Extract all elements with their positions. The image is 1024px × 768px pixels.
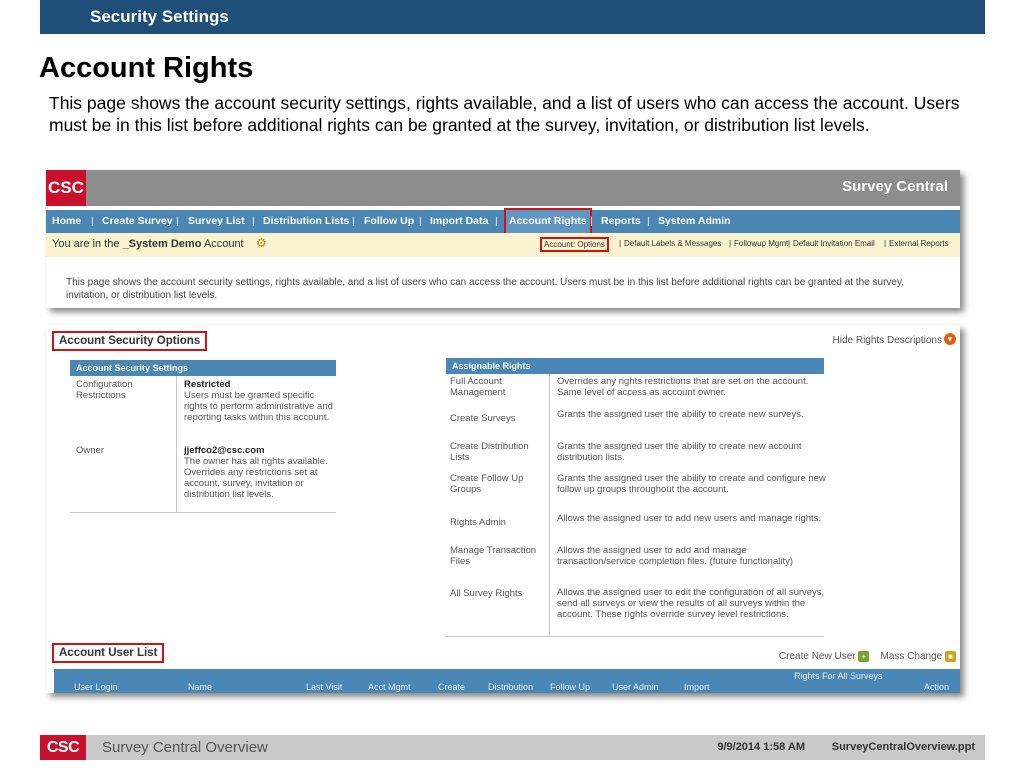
col-last-visit[interactable]: Last Visit (306, 682, 342, 692)
settings-bottom-rule (70, 512, 336, 513)
right-name: Create Surveys (450, 413, 516, 424)
col-follow-up: Follow Up (550, 682, 591, 692)
page-title: Account Rights (39, 52, 254, 84)
breadcrumb-bar: You are in the _System Demo Account ⚙ Ac… (46, 233, 960, 257)
footer-date: 9/9/2014 1:58 AM (717, 741, 805, 753)
rights-group-label: Rights For All Surveys (794, 671, 883, 681)
subnav-account-options[interactable]: Account: Options (540, 237, 609, 252)
slide-header: Security Settings (40, 0, 985, 34)
slide-description: This page shows the account security set… (49, 93, 960, 135)
main-nav: Home | Create Survey | Survey List | Dis… (46, 208, 960, 235)
subnav-default-invitation-email[interactable]: Default Invitation Email (793, 239, 875, 248)
nav-follow-up[interactable]: Follow Up (364, 210, 414, 233)
csc-logo: CSC (46, 170, 86, 206)
col-distribution: Distribution (488, 682, 534, 692)
nav-system-admin[interactable]: System Admin (658, 210, 731, 233)
setting-detail: Users must be granted specific rights to… (184, 390, 333, 423)
right-description: Grants the assigned user the ability to … (557, 441, 802, 463)
rights-divider (549, 374, 550, 635)
subnav-separator: | (788, 239, 791, 248)
nav-separator: | (590, 215, 593, 227)
app-screenshot-rights: Account Security Options Hide Rights Des… (46, 325, 960, 693)
user-list-actions: Create New User + Mass Change ■ (779, 651, 956, 662)
breadcrumb: You are in the _System Demo Account (52, 238, 244, 250)
mass-change-link[interactable]: Mass Change (881, 651, 943, 662)
nav-separator: | (91, 215, 94, 227)
rights-table-header: Assignable Rights (446, 358, 824, 374)
app-page-description: This page shows the account security set… (66, 277, 905, 301)
col-create: Create (438, 682, 466, 692)
subnav-separator: | (884, 239, 887, 248)
app-topbar: CSC Survey Central (46, 170, 960, 206)
setting-label: Owner (76, 445, 104, 456)
footer-title: Survey Central Overview (102, 739, 268, 756)
nav-distribution-lists[interactable]: Distribution Lists (263, 210, 349, 233)
nav-separator: | (176, 215, 179, 227)
col-user-login[interactable]: User Login (74, 682, 118, 692)
hide-rights-icon[interactable]: ▾ (944, 333, 956, 345)
app-title: Survey Central (842, 178, 948, 195)
right-description: Overrides any rights restrictions that a… (557, 376, 809, 398)
subnav-default-labels[interactable]: Default Labels & Messages (624, 239, 721, 248)
subnav-separator: | (729, 239, 732, 248)
nav-separator: | (252, 215, 255, 227)
col-user-admin: User Admin (612, 682, 659, 692)
col-action: Action (924, 682, 950, 692)
breadcrumb-suffix: Account (201, 238, 244, 250)
col-name[interactable]: Name (188, 682, 212, 692)
subnav-followup-mgmt[interactable]: Followup Mgmt (734, 239, 788, 248)
right-description: Grants the assigned user the ability to … (557, 409, 804, 420)
footer-filename: SurveyCentralOverview.ppt (831, 741, 975, 753)
setting-value: Restricted (184, 379, 231, 390)
mass-change-icon[interactable]: ■ (945, 651, 956, 662)
app-screenshot-header: CSC Survey Central Home | Create Survey … (46, 170, 960, 308)
nav-reports[interactable]: Reports (601, 210, 641, 233)
right-description: Allows the assigned user to add new user… (557, 513, 822, 524)
user-table-header: Rights For All Surveys User Login Name L… (54, 669, 960, 693)
breadcrumb-account: _System Demo (122, 238, 202, 250)
right-name: Rights Admin (450, 517, 506, 528)
right-description: Allows the assigned user to edit the con… (557, 587, 825, 620)
create-new-user-link[interactable]: Create New User (779, 651, 856, 662)
right-description: Allows the assigned user to add and mana… (557, 545, 794, 567)
right-name: Create Follow Up Groups (450, 473, 524, 495)
nav-home[interactable]: Home (52, 210, 81, 233)
rights-bottom-rule (446, 636, 824, 637)
right-name: Full Account Management (450, 376, 506, 398)
nav-create-survey[interactable]: Create Survey (102, 210, 173, 233)
right-name: Create Distribution Lists (450, 441, 529, 463)
setting-detail: The owner has all rights available. Over… (184, 456, 328, 500)
subnav-separator: | (619, 239, 622, 248)
nav-separator: | (495, 215, 498, 227)
slide-footer: CSC Survey Central Overview 9/9/2014 1:5… (40, 735, 985, 760)
nav-separator: | (647, 215, 650, 227)
hide-rights-link[interactable]: Hide Rights Descriptions (833, 335, 943, 346)
nav-import-data[interactable]: Import Data (430, 210, 488, 233)
account-user-list-title: Account User List (52, 643, 165, 663)
right-name: Manage Transaction Files (450, 545, 537, 567)
right-description: Grants the assigned user the ability to … (557, 473, 826, 495)
settings-divider (176, 376, 177, 512)
setting-value: jjeffco2@csc.com (184, 445, 265, 456)
nav-separator: | (352, 215, 355, 227)
breadcrumb-prefix: You are in the (52, 238, 123, 250)
nav-account-rights[interactable]: Account Rights (504, 208, 592, 235)
subnav-external-reports[interactable]: External Reports (889, 239, 949, 248)
account-icon[interactable]: ⚙ (256, 236, 267, 250)
nav-survey-list[interactable]: Survey List (188, 210, 245, 233)
setting-label: Configuration Restrictions (76, 379, 133, 401)
right-name: All Survey Rights (450, 588, 523, 599)
account-security-options-title: Account Security Options (52, 331, 208, 351)
slide-header-title: Security Settings (90, 7, 229, 26)
footer-logo: CSC (40, 735, 86, 760)
col-acct-mgmt: Acct Mgmt (368, 682, 411, 692)
col-import: Import (684, 682, 710, 692)
nav-separator: | (419, 215, 422, 227)
settings-table-header: Account Security Settings (70, 360, 336, 376)
add-user-icon[interactable]: + (858, 651, 870, 662)
